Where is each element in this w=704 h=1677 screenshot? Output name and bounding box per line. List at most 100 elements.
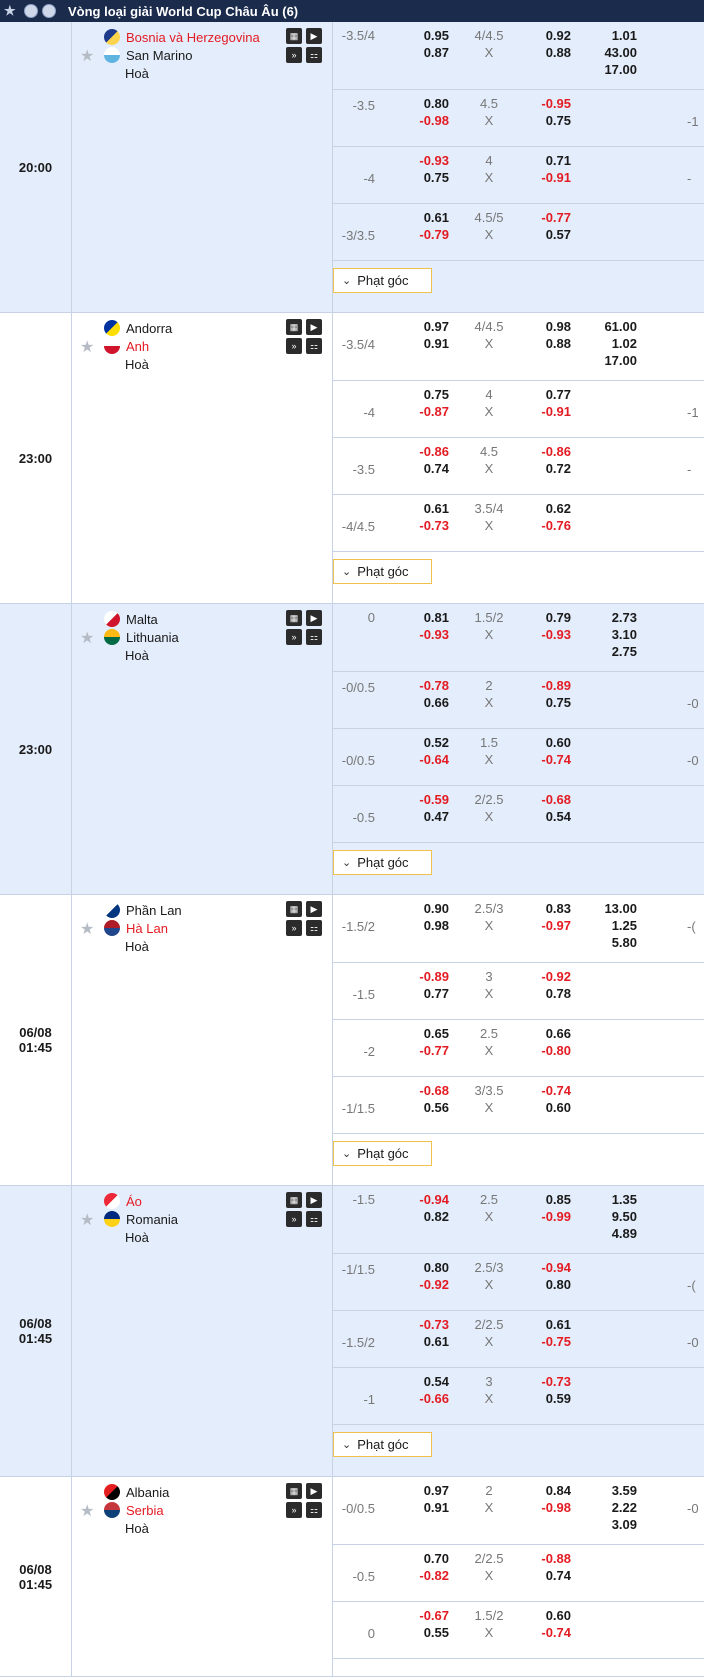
handicap-home-odds[interactable]: -0.94 <box>409 1192 449 1207</box>
over-odds[interactable]: 0.61 <box>529 1317 571 1332</box>
handicap-away-odds[interactable]: 0.87 <box>409 45 449 60</box>
over-odds[interactable]: 0.77 <box>529 387 571 402</box>
handicap-away-odds[interactable]: -0.82 <box>409 1568 449 1583</box>
over-odds[interactable]: -0.73 <box>529 1374 571 1389</box>
live-stream-icon[interactable]: » <box>286 47 302 63</box>
over-odds[interactable]: 0.71 <box>529 153 571 168</box>
1x2-odds[interactable]: 1.01 <box>595 28 637 43</box>
handicap-home-odds[interactable]: -0.68 <box>409 1083 449 1098</box>
under-odds[interactable]: -0.98 <box>529 1500 571 1515</box>
over-odds[interactable]: 0.92 <box>529 28 571 43</box>
match-row[interactable]: 06/08 01:45 ★ Áo Romania Hoà ▦ ▶» ⚏ -1.5 -0.94 0.82… <box>0 1186 704 1477</box>
away-team[interactable]: Serbia <box>104 1501 164 1519</box>
lineup-icon[interactable]: ▦ <box>286 28 302 44</box>
over-odds[interactable]: -0.68 <box>529 792 571 807</box>
over-odds[interactable]: 0.66 <box>529 1026 571 1041</box>
home-team[interactable]: Albania <box>104 1483 169 1501</box>
play-icon[interactable]: ▶ <box>306 901 322 917</box>
under-odds[interactable]: -0.97 <box>529 918 571 933</box>
live-stream-icon[interactable]: » <box>286 1211 302 1227</box>
handicap-home-odds[interactable]: 0.97 <box>409 319 449 334</box>
handicap-away-odds[interactable]: -0.98 <box>409 113 449 128</box>
handicap-home-odds[interactable]: 0.75 <box>409 387 449 402</box>
handicap-away-odds[interactable]: 0.47 <box>409 809 449 824</box>
lineup-icon[interactable]: ▦ <box>286 1483 302 1499</box>
lineup-icon[interactable]: ▦ <box>286 610 302 626</box>
under-odds[interactable]: 0.88 <box>529 45 571 60</box>
over-odds[interactable]: 0.83 <box>529 901 571 916</box>
under-odds[interactable]: 0.60 <box>529 1100 571 1115</box>
match-row[interactable]: 23:00 ★ Malta Lithuania Hoà ▦ ▶» ⚏ 0 0.81 -0.93 1.5… <box>0 604 704 895</box>
over-odds[interactable]: -0.74 <box>529 1083 571 1098</box>
handicap-home-odds[interactable]: 0.80 <box>409 96 449 111</box>
handicap-away-odds[interactable]: 0.55 <box>409 1625 449 1640</box>
lineup-icon[interactable]: ▦ <box>286 319 302 335</box>
live-stream-icon[interactable]: » <box>286 629 302 645</box>
handicap-away-odds[interactable]: -0.64 <box>409 752 449 767</box>
1x2-odds[interactable]: 3.59 <box>595 1483 637 1498</box>
1x2-odds[interactable]: 17.00 <box>595 62 637 77</box>
over-odds[interactable]: 0.85 <box>529 1192 571 1207</box>
handicap-away-odds[interactable]: -0.87 <box>409 404 449 419</box>
corner-button[interactable]: ⌄ Phạt góc <box>333 1141 432 1166</box>
over-odds[interactable]: -0.88 <box>529 1551 571 1566</box>
handicap-away-odds[interactable]: 0.75 <box>409 170 449 185</box>
1x2-odds[interactable]: 1.02 <box>595 336 637 351</box>
over-odds[interactable]: -0.77 <box>529 210 571 225</box>
stats-icon[interactable]: ⚏ <box>306 47 322 63</box>
1x2-odds[interactable]: 61.00 <box>595 319 637 334</box>
lineup-icon[interactable]: ▦ <box>286 901 302 917</box>
under-odds[interactable]: 0.72 <box>529 461 571 476</box>
over-odds[interactable]: -0.95 <box>529 96 571 111</box>
over-odds[interactable]: 0.84 <box>529 1483 571 1498</box>
handicap-away-odds[interactable]: 0.77 <box>409 986 449 1001</box>
corner-button[interactable]: ⌄ Phạt góc <box>333 559 432 584</box>
home-team[interactable]: Phần Lan <box>104 901 182 919</box>
handicap-home-odds[interactable]: -0.89 <box>409 969 449 984</box>
handicap-home-odds[interactable]: 0.95 <box>409 28 449 43</box>
under-odds[interactable]: 0.54 <box>529 809 571 824</box>
favorite-star-icon[interactable]: ★ <box>80 337 94 357</box>
under-odds[interactable]: 0.78 <box>529 986 571 1001</box>
1x2-odds[interactable]: 1.25 <box>595 918 637 933</box>
favorite-star-icon[interactable]: ★ <box>80 1210 94 1230</box>
corner-button[interactable]: ⌄ Phạt góc <box>333 268 432 293</box>
under-odds[interactable]: -0.76 <box>529 518 571 533</box>
live-stream-icon[interactable]: » <box>286 1502 302 1518</box>
handicap-home-odds[interactable]: 0.81 <box>409 610 449 625</box>
handicap-home-odds[interactable]: 0.61 <box>409 210 449 225</box>
match-row[interactable]: 06/08 01:45 ★ Albania Serbia Hoà ▦ ▶» ⚏ -0/0.5 0.9… <box>0 1477 704 1677</box>
over-odds[interactable]: 0.60 <box>529 1608 571 1623</box>
handicap-home-odds[interactable]: 0.65 <box>409 1026 449 1041</box>
under-odds[interactable]: -0.74 <box>529 1625 571 1640</box>
handicap-home-odds[interactable]: 0.97 <box>409 1483 449 1498</box>
under-odds[interactable]: 0.57 <box>529 227 571 242</box>
favorite-star-icon[interactable]: ★ <box>80 46 94 66</box>
handicap-away-odds[interactable]: -0.73 <box>409 518 449 533</box>
over-odds[interactable]: -0.92 <box>529 969 571 984</box>
home-team[interactable]: Áo <box>104 1192 142 1210</box>
play-icon[interactable]: ▶ <box>306 1192 322 1208</box>
handicap-home-odds[interactable]: -0.78 <box>409 678 449 693</box>
favorite-star-icon[interactable]: ★ <box>80 919 94 939</box>
handicap-home-odds[interactable]: 0.61 <box>409 501 449 516</box>
1x2-odds[interactable]: 3.09 <box>595 1517 637 1532</box>
under-odds[interactable]: -0.99 <box>529 1209 571 1224</box>
favorite-star-icon[interactable]: ★ <box>80 1501 94 1521</box>
over-odds[interactable]: -0.89 <box>529 678 571 693</box>
play-icon[interactable]: ▶ <box>306 319 322 335</box>
play-icon[interactable]: ▶ <box>306 610 322 626</box>
under-odds[interactable]: 0.88 <box>529 336 571 351</box>
away-team[interactable]: Romania <box>104 1210 178 1228</box>
handicap-away-odds[interactable]: -0.92 <box>409 1277 449 1292</box>
corner-button[interactable]: ⌄ Phạt góc <box>333 850 432 875</box>
home-team[interactable]: Malta <box>104 610 158 628</box>
handicap-home-odds[interactable]: 0.90 <box>409 901 449 916</box>
handicap-home-odds[interactable]: 0.52 <box>409 735 449 750</box>
away-team[interactable]: Hà Lan <box>104 919 168 937</box>
under-odds[interactable]: 0.74 <box>529 1568 571 1583</box>
handicap-home-odds[interactable]: 0.70 <box>409 1551 449 1566</box>
live-stream-icon[interactable]: » <box>286 920 302 936</box>
stats-icon[interactable]: ⚏ <box>306 1211 322 1227</box>
under-odds[interactable]: -0.80 <box>529 1043 571 1058</box>
